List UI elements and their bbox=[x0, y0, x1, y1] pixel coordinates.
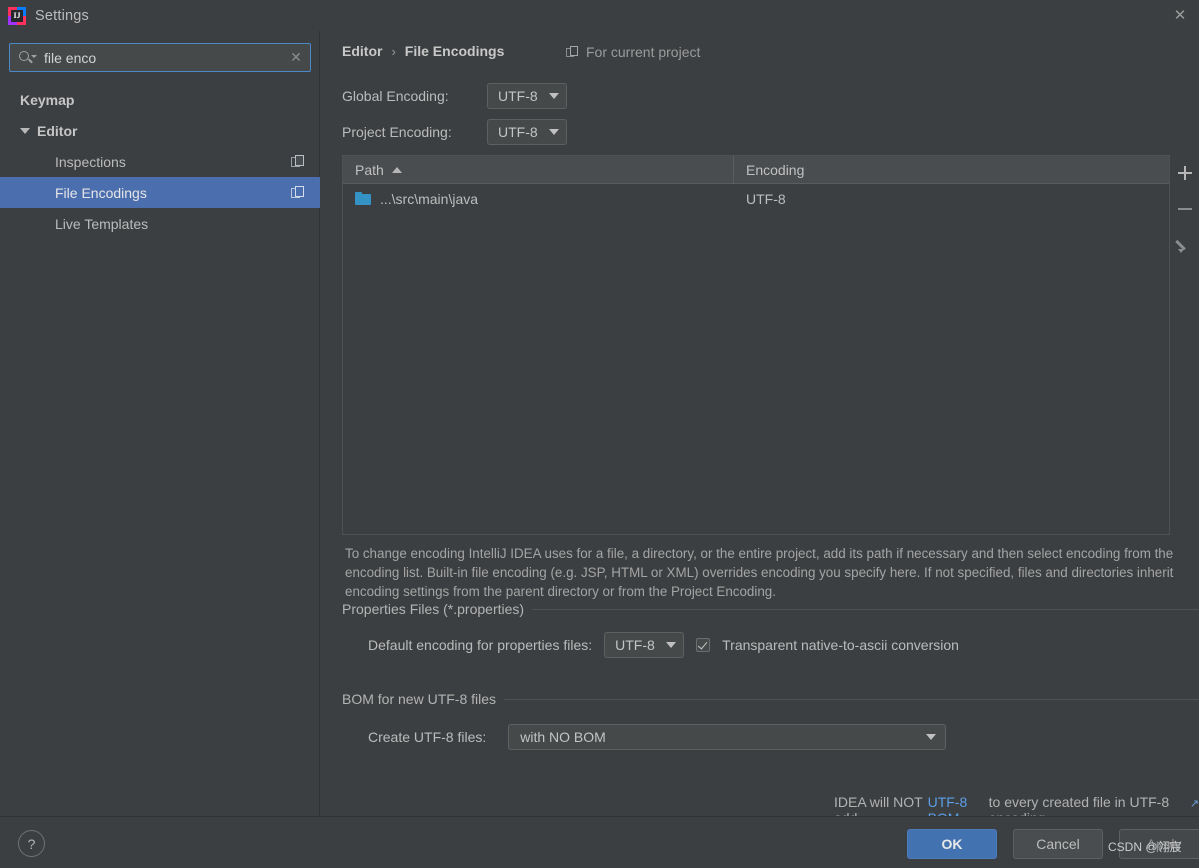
column-header-path-label: Path bbox=[355, 161, 384, 178]
create-utf8-files-label: Create UTF-8 files: bbox=[368, 729, 487, 745]
sidebar-item-label: Editor bbox=[37, 122, 78, 139]
default-properties-encoding-value: UTF-8 bbox=[615, 637, 655, 653]
global-encoding-combo[interactable]: UTF-8 bbox=[487, 83, 567, 109]
sidebar-item-keymap[interactable]: Keymap bbox=[0, 84, 320, 115]
apply-button[interactable]: Apply bbox=[1119, 829, 1199, 859]
sidebar-item-label: Live Templates bbox=[55, 215, 149, 232]
project-encoding-combo[interactable]: UTF-8 bbox=[487, 119, 567, 145]
breadcrumb-parent[interactable]: Editor bbox=[342, 43, 382, 59]
table-header: Path Encoding bbox=[343, 155, 1169, 184]
table-toolbar bbox=[1171, 155, 1199, 263]
cancel-button[interactable]: Cancel bbox=[1013, 829, 1103, 859]
encodings-table[interactable]: Path Encoding ...\src\main\java UTF-8 bbox=[342, 155, 1170, 535]
search-icon[interactable] bbox=[14, 44, 40, 71]
global-encoding-value: UTF-8 bbox=[498, 88, 538, 104]
chevron-down-icon bbox=[926, 734, 937, 740]
add-path-button[interactable] bbox=[1171, 155, 1199, 191]
sidebar-item-label: Keymap bbox=[20, 91, 75, 108]
path-value: ...\src\main\java bbox=[380, 190, 479, 207]
default-properties-encoding-label: Default encoding for properties files: bbox=[368, 637, 593, 653]
chevron-down-icon[interactable] bbox=[20, 127, 30, 134]
minus-icon bbox=[1178, 207, 1192, 211]
create-utf8-files-combo[interactable]: with NO BOM bbox=[508, 724, 947, 750]
ok-button[interactable]: OK bbox=[907, 829, 997, 859]
create-utf8-files-row: Create UTF-8 files: with NO BOM bbox=[368, 724, 947, 750]
chevron-down-icon bbox=[549, 129, 559, 135]
cell-path: ...\src\main\java bbox=[343, 191, 734, 207]
column-header-encoding-label: Encoding bbox=[746, 161, 805, 178]
edit-path-button[interactable] bbox=[1171, 227, 1199, 263]
project-scope-icon bbox=[291, 186, 305, 200]
project-scope-icon bbox=[291, 155, 305, 169]
create-utf8-files-value: with NO BOM bbox=[520, 729, 606, 745]
default-properties-encoding-combo[interactable]: UTF-8 bbox=[604, 632, 685, 658]
dialog-footer: ? OK Cancel Apply bbox=[0, 816, 1199, 868]
sidebar-item-label: File Encodings bbox=[55, 184, 147, 201]
breadcrumb: Editor › File Encodings bbox=[342, 43, 504, 59]
properties-files-group-header: Properties Files (*.properties) bbox=[342, 601, 1199, 617]
project-encoding-row: Project Encoding: UTF-8 bbox=[342, 119, 567, 145]
settings-tree: Keymap Editor Inspections File Encodings Liv… bbox=[0, 84, 320, 239]
bom-note-prefix: IDEA will NOT add bbox=[834, 794, 923, 816]
plus-icon bbox=[1178, 166, 1192, 180]
remove-path-button[interactable] bbox=[1171, 191, 1199, 227]
help-button[interactable]: ? bbox=[18, 830, 45, 857]
sidebar-item-editor[interactable]: Editor bbox=[0, 115, 320, 146]
properties-files-group-title: Properties Files (*.properties) bbox=[342, 601, 525, 617]
project-scope-icon bbox=[566, 45, 579, 59]
project-encoding-value: UTF-8 bbox=[498, 124, 538, 140]
bom-group-title: BOM for new UTF-8 files bbox=[342, 691, 497, 707]
chevron-down-icon bbox=[666, 642, 677, 648]
global-encoding-label: Global Encoding: bbox=[342, 88, 449, 104]
bom-note-suffix: to every created file in UTF-8 encoding bbox=[988, 794, 1170, 816]
title-bar: IJ Settings ✕ bbox=[0, 0, 1199, 31]
utf8-bom-link[interactable]: UTF-8 BOM bbox=[928, 794, 989, 816]
pencil-icon bbox=[1175, 237, 1193, 253]
sidebar-item-label: Inspections bbox=[55, 153, 126, 170]
sidebar-item-live-templates[interactable]: Live Templates bbox=[0, 208, 320, 239]
for-current-project-text: For current project bbox=[586, 44, 701, 60]
bom-note: IDEA will NOT add UTF-8 BOM to every cre… bbox=[834, 794, 1199, 816]
folder-icon bbox=[355, 192, 371, 205]
window-title: Settings bbox=[35, 7, 89, 24]
table-row[interactable]: ...\src\main\java UTF-8 bbox=[343, 184, 1169, 213]
sidebar-item-file-encodings[interactable]: File Encodings bbox=[0, 177, 320, 208]
clear-icon[interactable]: ✕ bbox=[282, 44, 310, 71]
close-icon[interactable]: ✕ bbox=[1167, 4, 1193, 26]
group-divider bbox=[532, 608, 1199, 610]
column-header-encoding[interactable]: Encoding bbox=[734, 156, 1169, 184]
table-body: ...\src\main\java UTF-8 bbox=[343, 184, 1169, 213]
bom-group-header: BOM for new UTF-8 files bbox=[342, 691, 1199, 707]
settings-dialog: IJ Settings ✕ ✕ Keymap Editor Inspections F… bbox=[0, 0, 1199, 868]
file-encodings-panel: Editor › File Encodings For current proj… bbox=[321, 31, 1199, 816]
global-encoding-row: Global Encoding: UTF-8 bbox=[342, 83, 567, 109]
encodings-help-text: To change encoding IntelliJ IDEA uses fo… bbox=[345, 546, 1174, 600]
project-encoding-label: Project Encoding: bbox=[342, 124, 452, 140]
settings-sidebar: ✕ Keymap Editor Inspections File Encodings L… bbox=[0, 31, 320, 816]
chevron-down-icon bbox=[549, 93, 559, 99]
group-divider bbox=[504, 698, 1199, 700]
cell-encoding[interactable]: UTF-8 bbox=[734, 191, 1169, 207]
default-properties-encoding-row: Default encoding for properties files: U… bbox=[368, 632, 959, 658]
sort-ascending-icon bbox=[391, 166, 402, 173]
for-current-project-label: For current project bbox=[566, 44, 700, 60]
search-field[interactable]: ✕ bbox=[9, 43, 311, 72]
transparent-native-to-ascii-label: Transparent native-to-ascii conversion bbox=[722, 637, 959, 653]
transparent-native-to-ascii-checkbox[interactable] bbox=[696, 638, 711, 652]
search-input[interactable] bbox=[40, 49, 282, 66]
column-header-path[interactable]: Path bbox=[343, 155, 734, 184]
intellij-idea-logo-icon: IJ bbox=[8, 6, 26, 25]
breadcrumb-separator-icon: › bbox=[391, 43, 396, 59]
external-link-icon[interactable]: ↗ bbox=[1190, 797, 1199, 810]
sidebar-item-inspections[interactable]: Inspections bbox=[0, 146, 320, 177]
breadcrumb-current: File Encodings bbox=[404, 43, 505, 59]
